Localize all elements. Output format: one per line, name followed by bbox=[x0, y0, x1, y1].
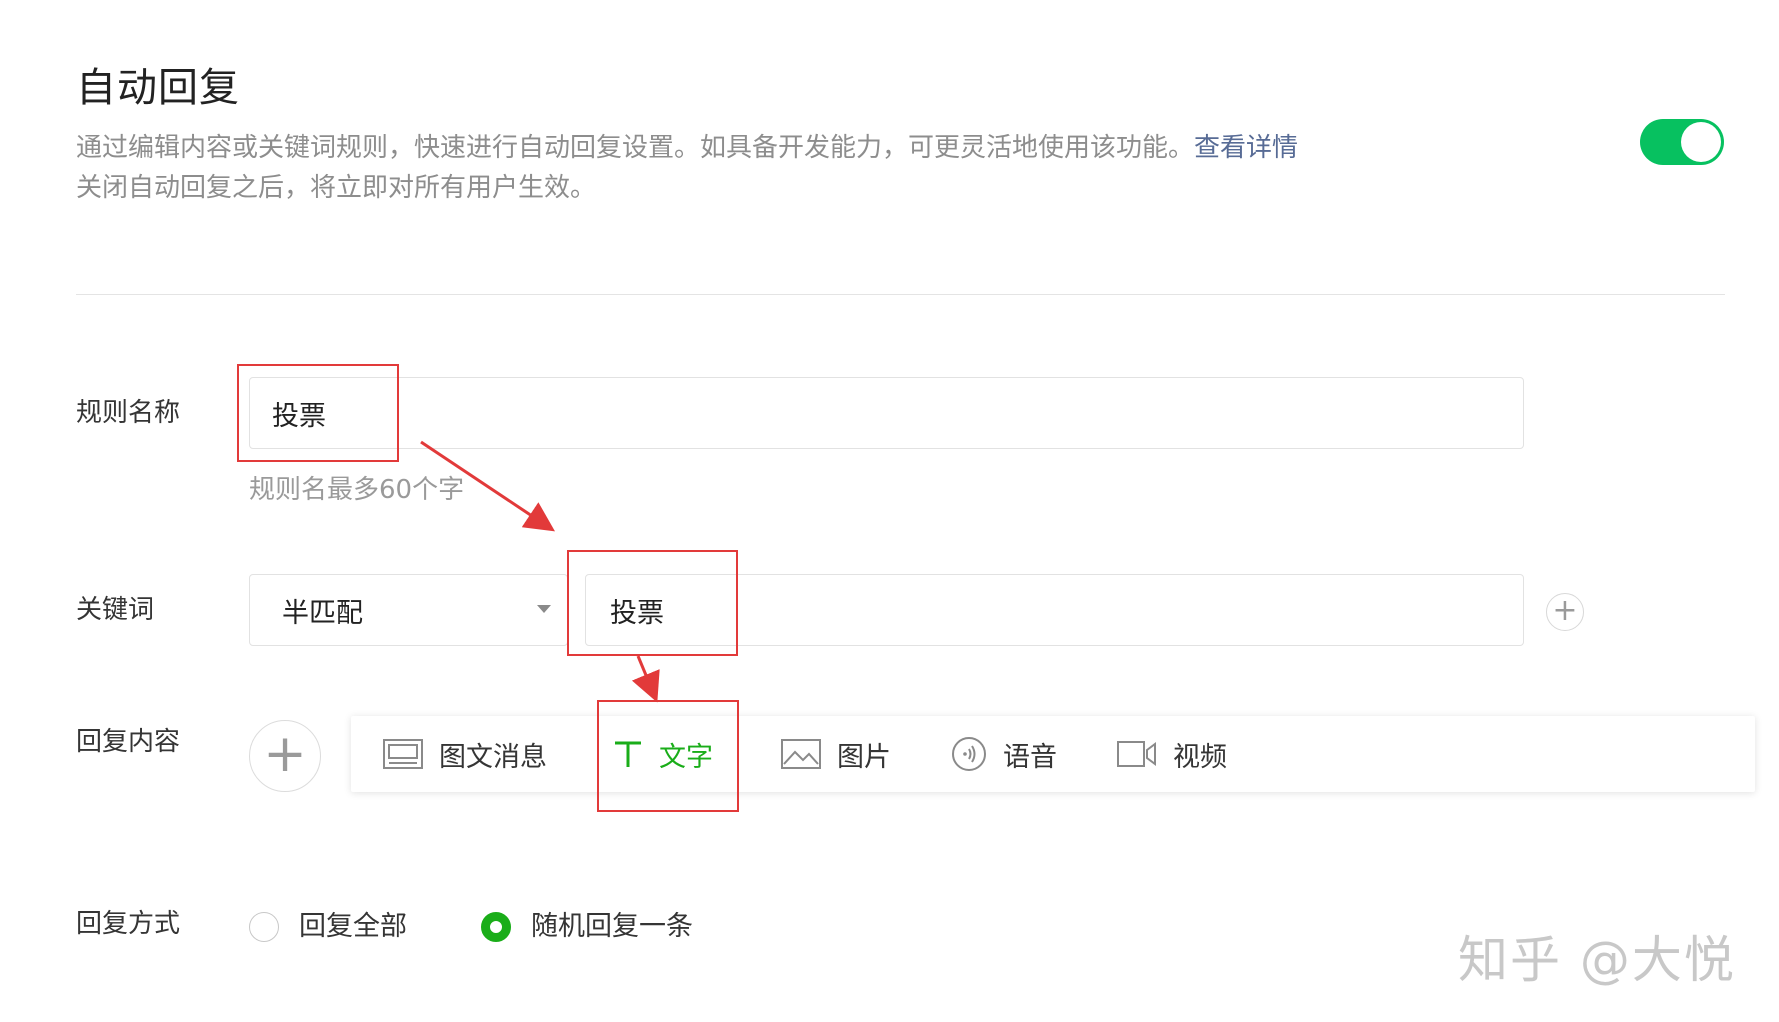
annotation-arrow-2 bbox=[631, 655, 660, 703]
annotation-arrows bbox=[420, 440, 660, 703]
watermark: 知乎 @大悦 bbox=[1458, 931, 1736, 989]
annotation-arrow-1 bbox=[420, 440, 555, 532]
